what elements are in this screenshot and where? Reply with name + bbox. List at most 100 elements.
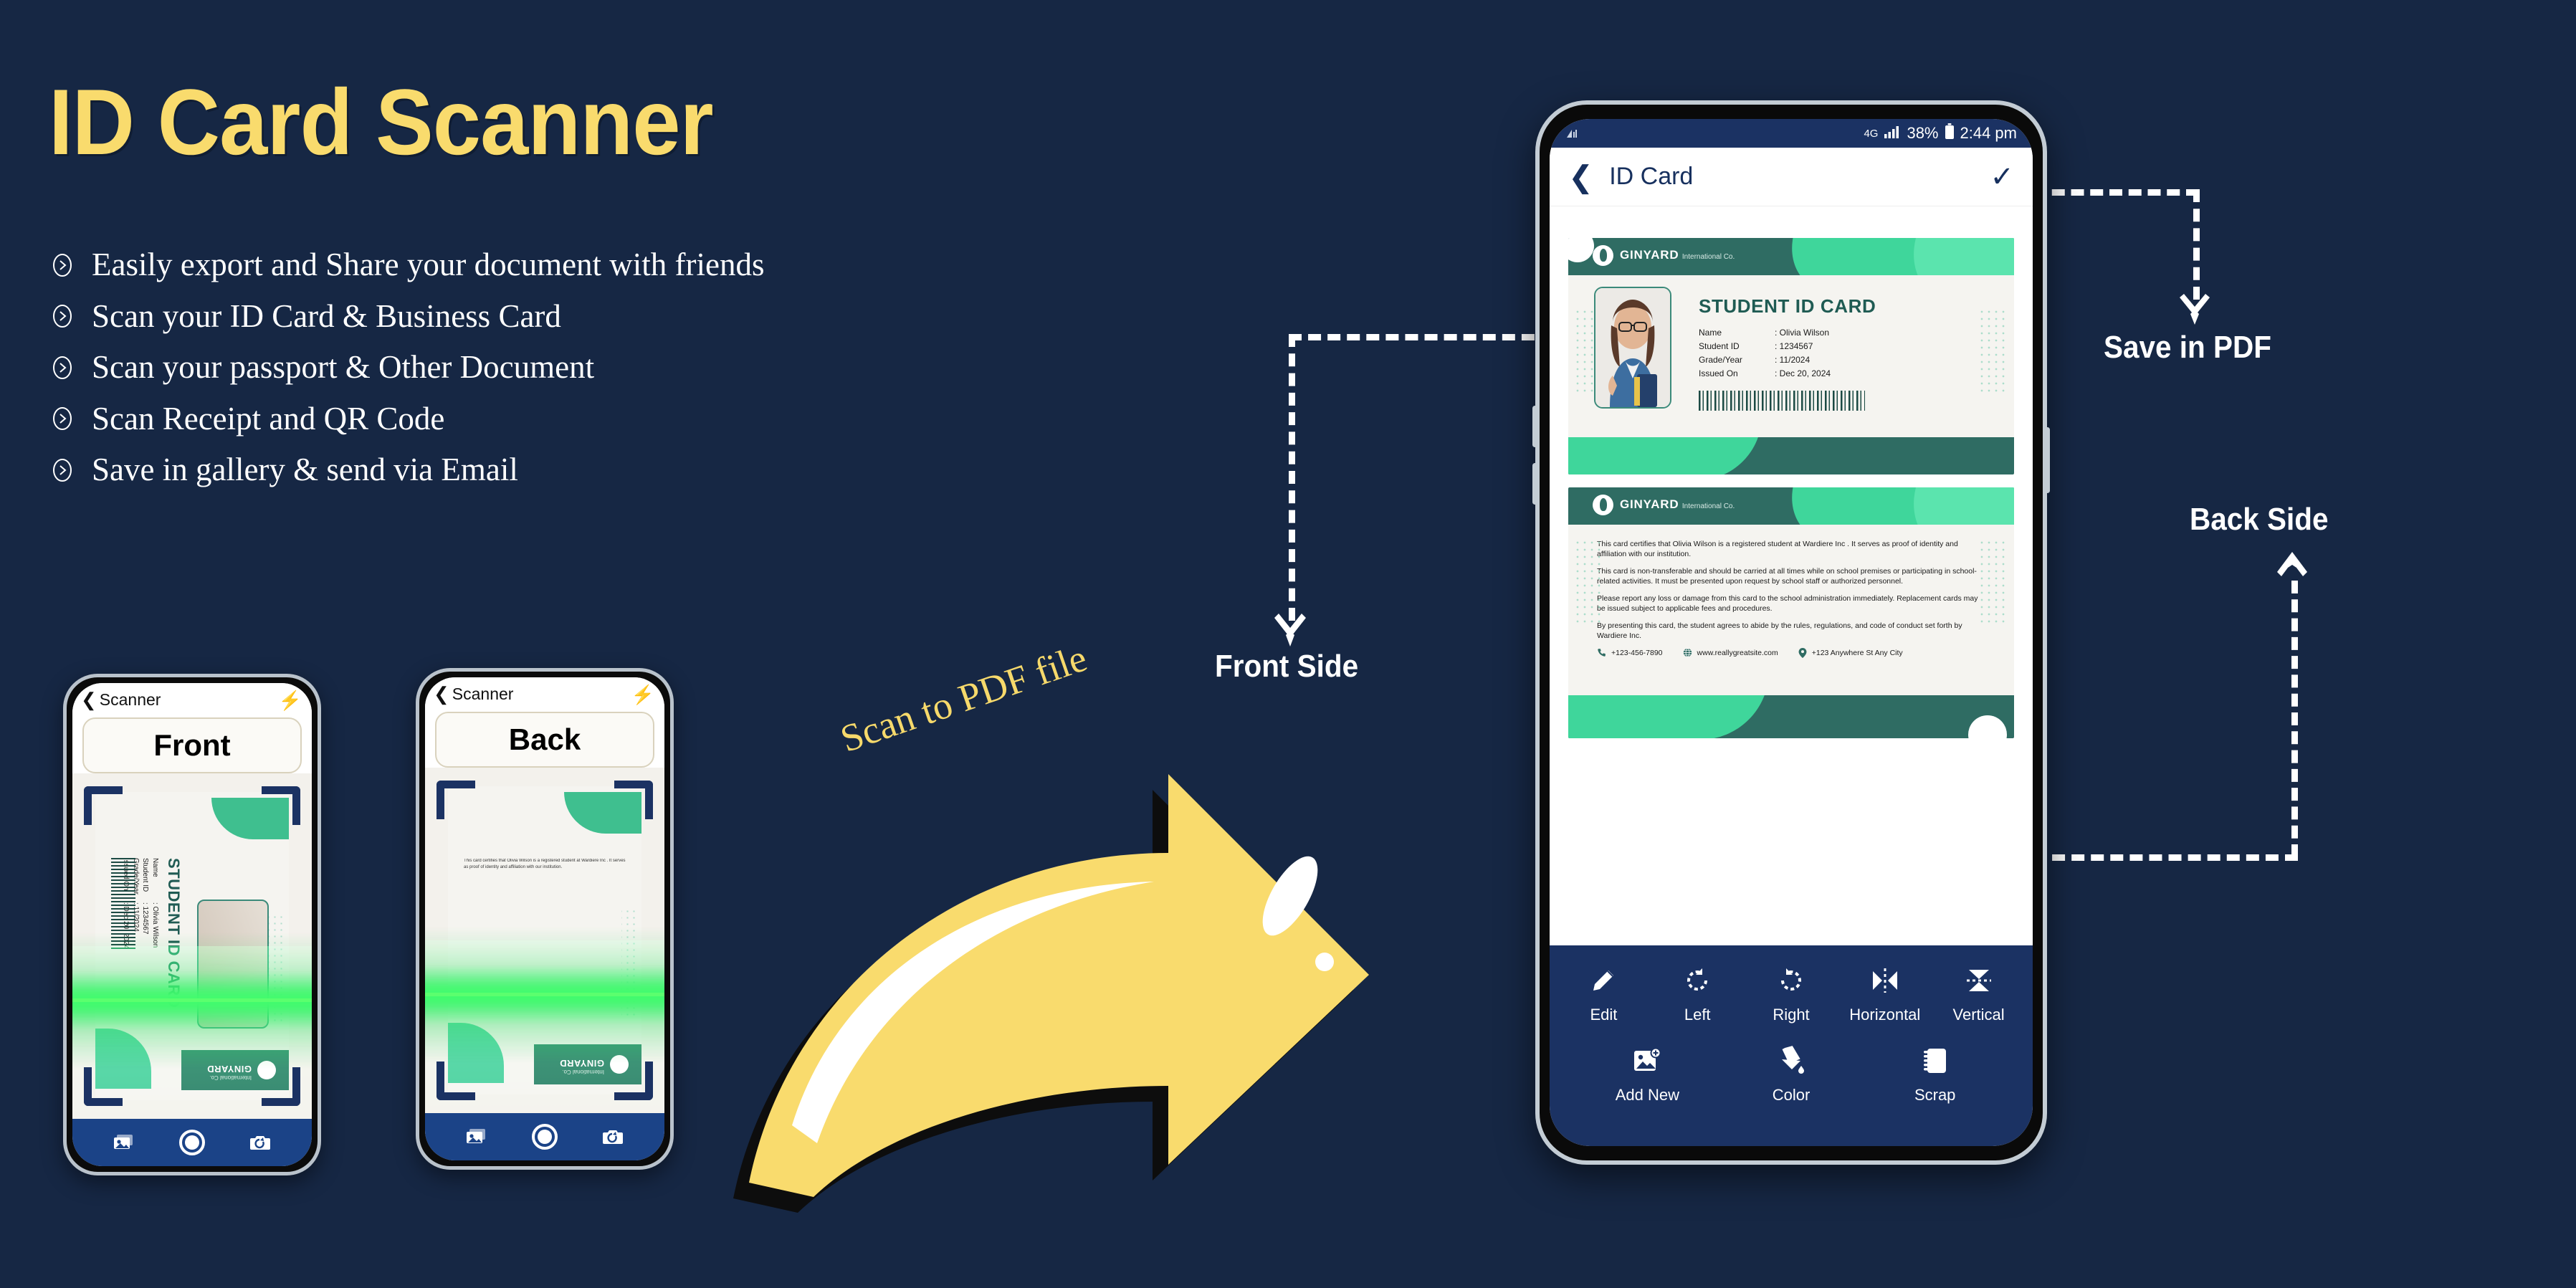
list-item: Scan your passport & Other Document [49,349,1124,386]
table-row: Grade/Year: 11/2024 [1699,353,1831,366]
gallery-icon[interactable] [113,1133,135,1152]
flash-icon[interactable]: ⚡ [279,690,302,712]
table-row: Student ID: 1234567 [1699,339,1831,353]
globe-icon [1683,648,1692,657]
card-back-paragraph: This card certifies that Olivia Wilson i… [1597,540,1958,559]
chevron-circle-icon [49,354,76,381]
brand-name: GINYARD [1620,497,1679,511]
connector-back-horizontal [2033,854,2298,861]
frame-corner-top-right [614,781,653,819]
feature-list: Easily export and Share your document wi… [49,247,1124,504]
side-toggle-label: Back [508,722,581,756]
table-row: Issued On: Dec 20, 2024 [1699,367,1831,381]
mini-topbar: ❮ Scanner ⚡ [72,683,312,716]
toolbar-label: Horizontal [1849,1006,1921,1024]
student-photo [1594,287,1671,409]
side-toggle-front[interactable]: Front [82,717,302,773]
card-back-paragraph: Please report any loss or damage from th… [1597,593,1978,614]
chevron-left-icon[interactable]: ❮ [1568,161,1593,192]
camera-controls [425,1113,664,1160]
feature-label: Scan your passport & Other Document [92,349,595,385]
dot-pattern-left [1574,539,1604,625]
chevron-left-icon[interactable]: ❮ [81,690,97,709]
annotation-save-in-pdf: Save in PDF [2104,330,2271,365]
toolbar-button-scrap[interactable]: Scrap [1863,1041,2007,1105]
connector-pdf-vertical [2193,189,2200,300]
scanned-card-preview: GINYARD International Co. STUDENT ID CAR… [95,792,289,1100]
check-icon[interactable]: ✓ [1990,161,2014,194]
frame-corner-top-right [262,786,300,825]
list-item: Save in gallery & send via Email [49,452,1124,488]
card-title: STUDENT ID CARD [165,858,183,1008]
toolbar-label: Scrap [1914,1086,1956,1104]
field-value: : 1234567 [141,902,150,935]
app-bar: ❮ ID Card ✓ [1550,148,2033,206]
clock-label: 2:44 pm [1960,124,2018,142]
document-preview[interactable]: GINYARD International Co. STUDENT ID CAR… [1550,206,2033,945]
toolbar-button-right[interactable]: Right [1745,961,1838,1024]
ginyard-logo-icon [1593,495,1613,515]
switch-camera-icon[interactable] [602,1127,624,1146]
field-key: Name [1699,327,1722,338]
frame-corner-top-left [437,781,475,819]
chevron-left-icon[interactable]: ❮ [434,684,449,703]
toolbar-button-left[interactable]: Left [1651,961,1745,1024]
battery-percent-label: 38% [1907,124,1939,142]
chevron-circle-icon [49,457,76,484]
annotation-front-side: Front Side [1215,649,1359,684]
card-title: STUDENT ID CARD [1699,295,1876,317]
brand-logo: GINYARD International Co. [1593,495,1735,515]
list-item: Scan your ID Card & Business Card [49,297,1124,335]
location-pin-icon [1798,647,1807,658]
volume-down-button[interactable] [1532,463,1537,505]
signal-bars-icon [1884,124,1901,143]
card-brand-name: GINYARD [206,1064,252,1074]
chevron-circle-icon [49,405,76,432]
volume-up-button[interactable] [1532,406,1537,447]
card-fields-table: Name: Olivia Wilson Student ID: 1234567 … [1699,325,1831,381]
toolbar-button-color[interactable]: Color [1719,1041,1864,1105]
switch-camera-icon[interactable] [249,1133,271,1152]
scrap-icon [1922,1041,1949,1080]
field-value: : 1234567 [1775,340,1813,351]
mini-screen: ❮ Scanner ⚡ Back GINYARD International C… [425,677,664,1160]
id-card-front[interactable]: GINYARD International Co. STUDENT ID CAR… [1568,238,2014,474]
card-barcode [111,858,135,951]
feature-label: Scan your ID Card & Business Card [92,297,561,334]
brand-name: GINYARD [1620,248,1679,262]
connector-anchor-back [1968,715,2007,738]
card-footer [1568,695,2014,738]
camera-viewport[interactable]: GINYARD International Co. STUDENT ID CAR… [72,773,312,1119]
toolbar-label: Left [1684,1006,1711,1024]
shutter-icon[interactable] [179,1130,205,1155]
scanned-card-preview: GINYARD International Co. This card cert… [448,786,641,1094]
frame-corner-bottom-right [262,1067,300,1106]
power-button[interactable] [2045,427,2050,493]
field-key: Grade/Year [1699,354,1742,365]
chevron-circle-icon [49,302,76,330]
flash-icon[interactable]: ⚡ [631,684,654,706]
toolbar-label: Add New [1615,1086,1679,1104]
feature-label: Save in gallery & send via Email [92,452,518,487]
id-card-back[interactable]: GINYARD International Co. This card cert… [1568,487,2014,738]
frame-corner-bottom-left [437,1062,475,1100]
feature-label: Easily export and Share your document wi… [92,247,765,282]
toolbar-button-edit[interactable]: Edit [1557,961,1651,1024]
field-key: Name [151,858,159,877]
field-value: : Olivia Wilson [151,902,159,948]
ginyard-logo-icon [1593,245,1613,266]
contact-text: +123-456-7890 [1611,648,1663,657]
toolbar-button-vertical[interactable]: Vertical [1932,961,2026,1024]
toolbar-button-add-new[interactable]: Add New [1575,1041,1719,1105]
side-toggle-back[interactable]: Back [435,712,654,768]
flip-horizontal-icon [1870,961,1900,1000]
shutter-icon[interactable] [532,1124,558,1150]
field-value: : Olivia Wilson [1775,327,1830,338]
mini-topbar: ❮ Scanner ⚡ [425,677,664,710]
network-type-label: 4G [1864,127,1879,140]
list-item: Scan Receipt and QR Code [49,401,1124,437]
camera-viewport[interactable]: GINYARD International Co. This card cert… [425,768,664,1113]
gallery-icon[interactable] [466,1127,487,1146]
toolbar-button-horizontal[interactable]: Horizontal [1838,961,1932,1024]
frame-corner-bottom-left [84,1067,123,1106]
